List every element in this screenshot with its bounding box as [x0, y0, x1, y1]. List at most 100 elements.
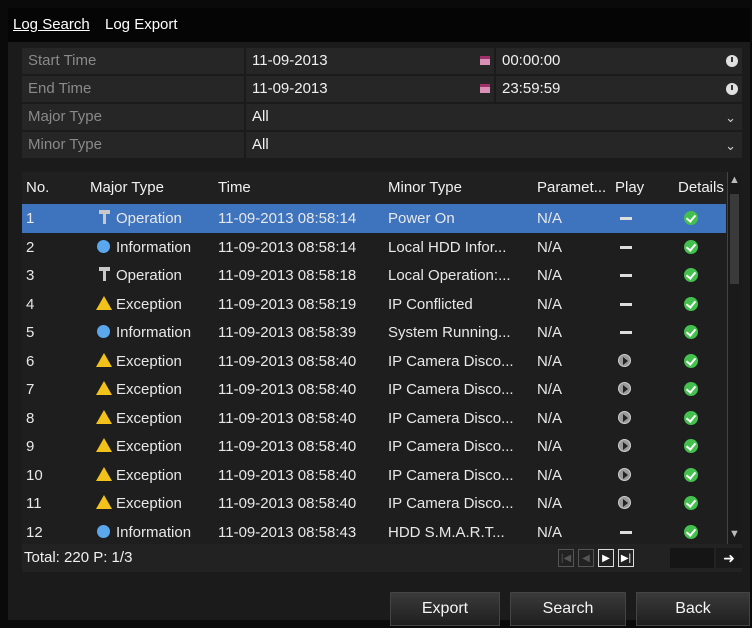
row-number: 9 — [26, 438, 35, 455]
column-header-play[interactable]: Play — [615, 179, 644, 196]
tab-log-search[interactable]: Log Search — [13, 16, 90, 33]
details-check-icon[interactable] — [684, 524, 698, 539]
start-time-field[interactable]: 00:00:00 — [496, 48, 742, 74]
play-icon[interactable] — [618, 410, 631, 424]
major-type-row: Major Type All ⌄ — [22, 104, 742, 131]
play-icon[interactable] — [618, 382, 631, 395]
end-time-row: End Time 11-09-2013 23:59:59 — [22, 76, 742, 103]
information-icon — [97, 524, 110, 538]
minor-type-value: All — [252, 136, 269, 153]
row-minor-type: IP Conflicted — [388, 295, 473, 313]
minor-type-select[interactable]: All ⌄ — [246, 132, 742, 158]
column-header-time[interactable]: Time — [218, 179, 251, 196]
column-header-minor-type[interactable]: Minor Type — [388, 179, 462, 196]
details-check-icon[interactable] — [684, 239, 698, 254]
row-minor-type: IP Camera Disco... — [388, 409, 514, 427]
exception-icon — [96, 295, 112, 310]
details-check-icon[interactable] — [684, 211, 698, 225]
row-time: 11-09-2013 08:58:40 — [218, 409, 357, 427]
vertical-scrollbar[interactable]: ▲ ▼ — [727, 172, 742, 544]
row-parameter: N/A — [537, 210, 563, 227]
last-page-icon[interactable]: ▶| — [618, 549, 634, 567]
table-row[interactable]: 5 Information 11-09-2013 08:58:39 System Ru… — [22, 318, 726, 347]
minor-type-row: Minor Type All ⌄ — [22, 132, 742, 159]
row-parameter: N/A — [537, 381, 563, 398]
table-row[interactable]: 3 Operation 11-09-2013 08:58:18 Local Opera… — [22, 261, 726, 290]
row-major-type: Operation — [116, 210, 182, 227]
start-date-field[interactable]: 11-09-2013 — [246, 48, 494, 74]
play-icon[interactable] — [618, 439, 631, 452]
details-check-icon[interactable] — [684, 496, 698, 510]
row-time: 11-09-2013 08:58:40 — [218, 466, 357, 484]
table-row[interactable]: 2 Information 11-09-2013 08:58:14 Local HDD… — [22, 233, 726, 262]
column-header-parameter[interactable]: Paramet... — [537, 179, 606, 196]
row-number: 7 — [26, 381, 35, 398]
search-button[interactable]: Search — [510, 592, 626, 626]
table-row[interactable]: 12 Information 11-09-2013 08:58:43 HDD S.M.… — [22, 518, 726, 545]
end-date-value: 11-09-2013 — [252, 80, 328, 97]
row-time: 11-09-2013 08:58:40 — [218, 381, 357, 398]
scroll-down-icon[interactable]: ▼ — [729, 528, 740, 540]
play-icon[interactable] — [618, 467, 631, 481]
details-check-icon[interactable] — [684, 439, 698, 453]
chevron-down-icon[interactable]: ⌄ — [725, 133, 736, 159]
clock-icon[interactable] — [726, 83, 738, 95]
table-row[interactable]: 4 Exception 11-09-2013 08:58:19 IP Conflict… — [22, 290, 726, 319]
log-table: No. Major Type Time Minor Type Paramet..… — [22, 172, 742, 544]
dash-icon — [620, 274, 632, 277]
table-row[interactable]: 9 Exception 11-09-2013 08:58:40 IP Camera D… — [22, 432, 726, 461]
details-check-icon[interactable] — [684, 410, 698, 425]
scroll-up-icon[interactable]: ▲ — [729, 174, 740, 186]
end-time-field[interactable]: 23:59:59 — [496, 76, 742, 102]
next-page-icon[interactable]: ▶ — [598, 549, 614, 567]
play-icon[interactable] — [618, 353, 631, 367]
previous-page-icon[interactable]: ◀ — [578, 549, 594, 567]
column-header-no[interactable]: No. — [26, 179, 49, 196]
row-major-type: Exception — [116, 495, 182, 512]
details-check-icon[interactable] — [684, 268, 698, 282]
column-header-details[interactable]: Details — [678, 179, 724, 196]
start-time-value: 00:00:00 — [502, 52, 561, 69]
row-minor-type: System Running... — [388, 324, 511, 341]
row-minor-type: IP Camera Disco... — [388, 495, 514, 512]
details-check-icon[interactable] — [684, 467, 698, 482]
details-check-icon[interactable] — [684, 382, 698, 396]
row-time: 11-09-2013 08:58:14 — [218, 238, 357, 256]
row-number: 11 — [26, 495, 42, 512]
start-date-value: 11-09-2013 — [252, 52, 328, 69]
details-check-icon[interactable] — [684, 353, 698, 368]
scrollbar-thumb[interactable] — [730, 194, 739, 284]
calendar-icon[interactable] — [480, 56, 490, 65]
table-row[interactable]: 11 Exception 11-09-2013 08:58:40 IP Camera … — [22, 489, 726, 518]
column-header-major-type[interactable]: Major Type — [90, 179, 164, 196]
dash-icon — [620, 302, 632, 306]
row-minor-type: IP Camera Disco... — [388, 466, 514, 484]
table-row[interactable]: 1 Operation 11-09-2013 08:58:14 Power On N/A — [22, 204, 726, 233]
calendar-icon[interactable] — [480, 84, 490, 93]
export-button[interactable]: Export — [390, 592, 500, 626]
row-number: 4 — [26, 295, 35, 313]
row-time: 11-09-2013 08:58:40 — [218, 495, 357, 512]
play-icon[interactable] — [618, 496, 631, 509]
first-page-icon[interactable]: |◀ — [558, 549, 574, 567]
details-check-icon[interactable] — [684, 325, 698, 339]
tab-log-export[interactable]: Log Export — [105, 16, 178, 33]
table-row[interactable]: 7 Exception 11-09-2013 08:58:40 IP Camera D… — [22, 375, 726, 404]
exception-icon — [96, 466, 112, 481]
row-minor-type: IP Camera Disco... — [388, 438, 514, 455]
table-row[interactable]: 10 Exception 11-09-2013 08:58:40 IP Camera … — [22, 461, 726, 490]
dash-icon — [620, 245, 632, 249]
page-number-input[interactable] — [670, 548, 714, 568]
chevron-down-icon[interactable]: ⌄ — [725, 105, 736, 131]
details-check-icon[interactable] — [684, 296, 698, 311]
table-row[interactable]: 6 Exception 11-09-2013 08:58:40 IP Camera D… — [22, 347, 726, 376]
end-date-field[interactable]: 11-09-2013 — [246, 76, 494, 102]
row-major-type: Exception — [116, 438, 182, 455]
back-button[interactable]: Back — [636, 592, 750, 626]
row-major-type: Exception — [116, 295, 182, 313]
major-type-select[interactable]: All ⌄ — [246, 104, 742, 130]
table-row[interactable]: 8 Exception 11-09-2013 08:58:40 IP Camera D… — [22, 404, 726, 433]
clock-icon[interactable] — [726, 55, 738, 67]
go-arrow-icon[interactable]: ➜ — [716, 548, 742, 568]
row-parameter: N/A — [537, 409, 563, 427]
